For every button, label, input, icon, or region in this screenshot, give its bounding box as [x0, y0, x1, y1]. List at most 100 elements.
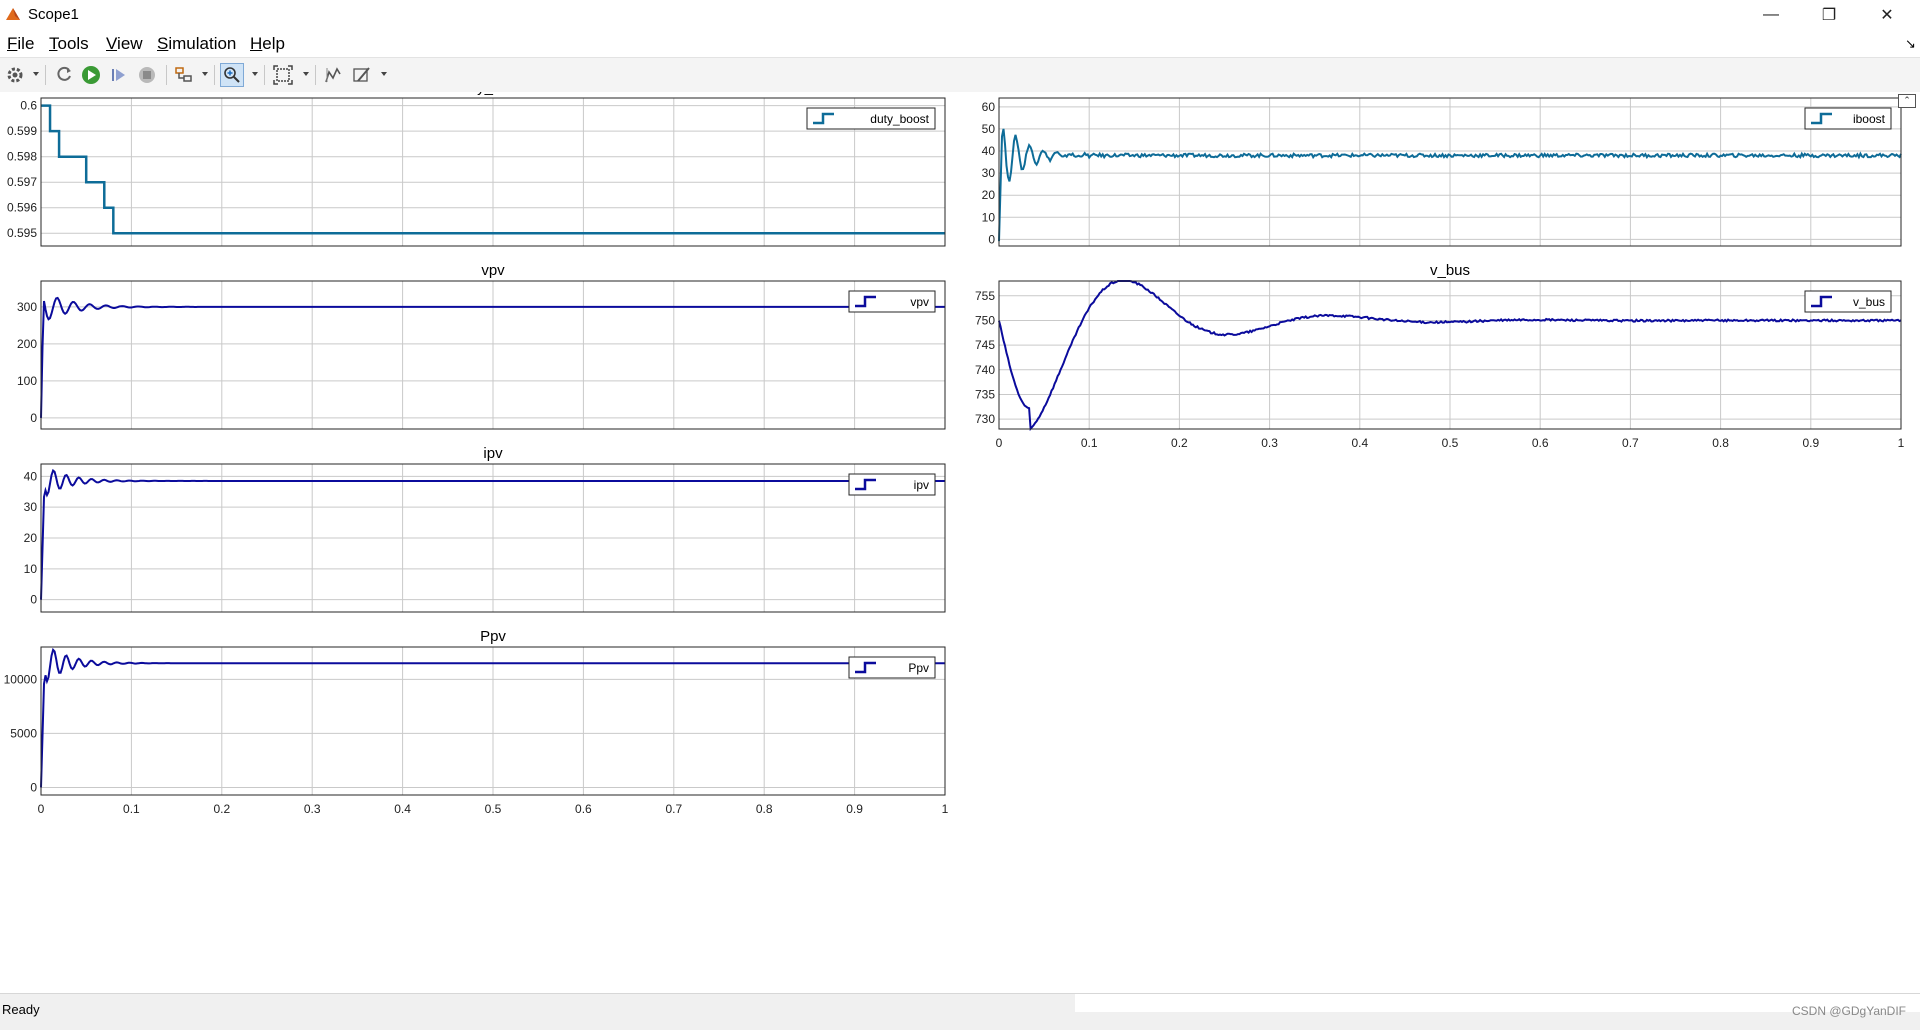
stop-icon[interactable]: [135, 63, 159, 87]
x-tick-label: 0.1: [1081, 436, 1098, 450]
menu-bar: File Tools View Simulation Help ↘: [0, 30, 1920, 56]
toolbar: [0, 57, 1920, 93]
legend[interactable]: v_bus: [1804, 290, 1892, 313]
y-tick-label: 0.599: [7, 124, 37, 138]
x-tick-label: 0.7: [1622, 436, 1639, 450]
status-bar: Ready CSDN @GDgYanDIF: [0, 993, 1920, 1030]
plot-area: duty_boost 0.6 0.599 0.598 0.597 0.596 0.595 du…: [0, 79, 1920, 993]
menu-help[interactable]: Help: [250, 34, 285, 54]
x-tick-label: 0.6: [1532, 436, 1549, 450]
legend[interactable]: iboost: [1804, 107, 1892, 130]
step-forward-icon[interactable]: [107, 63, 131, 87]
y-tick-label: 740: [975, 363, 995, 377]
plot-title: iboost: [1430, 92, 1471, 96]
minimize-button[interactable]: —: [1742, 0, 1800, 30]
menu-file[interactable]: File: [7, 34, 34, 54]
y-tick-label: 0.596: [7, 201, 37, 215]
y-tick-label: 0.597: [7, 175, 37, 189]
y-tick-label: 0: [988, 232, 995, 246]
plot-panel-Ppv: Ppv 10000 5000 00 0.1 0.2 0.3 0.4 0.5 0.6 0.7 0.8 0.…: [4, 628, 949, 816]
y-tick-label: 50: [982, 122, 996, 136]
y-tick-label: 20: [982, 188, 996, 202]
run-icon[interactable]: [79, 63, 103, 87]
x-tick-label: 0.2: [213, 802, 230, 816]
y-tick-label: 200: [17, 337, 37, 351]
y-tick-label: 0: [30, 780, 37, 794]
close-button[interactable]: ✕: [1858, 0, 1916, 30]
x-tick-label: 0: [996, 436, 1003, 450]
y-tick-label: 5000: [10, 726, 37, 740]
legend[interactable]: vpv: [848, 290, 936, 313]
y-tick-label: 0.6: [20, 99, 37, 113]
plot-panel-v_bus: v_bus 755 750 745 740 735 7300 0.1 0.2 0.3 0.4 0.5 0…: [975, 262, 1905, 450]
y-tick-label: 10: [982, 210, 996, 224]
x-tick-label: 0.5: [1442, 436, 1459, 450]
restore-icon: ❐: [1821, 7, 1837, 24]
plot-panel-ipv: ipv 40 30 20 10 0 ipv: [24, 445, 946, 613]
cursor-measure-icon[interactable]: [321, 63, 345, 87]
x-tick-label: 0.5: [485, 802, 502, 816]
y-tick-label: 0: [30, 593, 37, 607]
legend-label: ipv: [914, 478, 929, 492]
plot-title: duty_boost: [456, 92, 530, 96]
x-tick-label: 0.6: [575, 802, 592, 816]
menu-simulation[interactable]: Simulation: [157, 34, 236, 54]
plot-panel-duty_boost: duty_boost 0.6 0.599 0.598 0.597 0.596 0.595 du…: [7, 79, 946, 247]
undock-icon[interactable]: ↘: [1905, 36, 1916, 52]
x-tick-label: 0.2: [1171, 436, 1188, 450]
x-tick-label: 0.4: [394, 802, 411, 816]
legend-label: Ppv: [908, 661, 929, 675]
y-tick-label: 30: [982, 166, 996, 180]
y-tick-label: 40: [24, 469, 38, 483]
x-tick-label: 0.3: [1261, 436, 1278, 450]
plot-title: Ppv: [480, 628, 506, 645]
x-tick-label: 0.8: [1712, 436, 1729, 450]
scope-plots: duty_boost 0.6 0.599 0.598 0.597 0.596 0.595 du…: [4, 79, 1905, 816]
layout-toggle-icon[interactable]: ⌃: [1898, 94, 1916, 108]
y-tick-label: 0.598: [7, 150, 37, 164]
legend[interactable]: ipv: [848, 473, 936, 496]
plot-title: ipv: [483, 445, 503, 462]
legend[interactable]: duty_boost: [806, 107, 936, 130]
legend[interactable]: Ppv: [848, 656, 936, 679]
plot-panel-vpv: vpv 300 200 100 0 vpv: [17, 262, 946, 430]
x-tick-label: 0.8: [756, 802, 773, 816]
fit-view-icon[interactable]: [271, 63, 295, 87]
y-tick-label: 40: [982, 144, 996, 158]
y-tick-label: 20: [24, 531, 38, 545]
y-tick-label: 755: [975, 289, 995, 303]
y-tick-label: 10000: [4, 672, 38, 686]
y-tick-label: 300: [17, 300, 37, 314]
x-tick-label: 0: [38, 802, 45, 816]
window-title: Scope1: [28, 6, 79, 23]
maximize-button[interactable]: ❐: [1800, 0, 1858, 30]
y-tick-label: 60: [982, 100, 996, 114]
x-tick-label: 0.4: [1351, 436, 1368, 450]
highlight-icon[interactable]: [172, 63, 196, 87]
zoom-icon[interactable]: [220, 63, 244, 87]
menu-tools[interactable]: Tools: [49, 34, 89, 54]
x-tick-label: 0.9: [1802, 436, 1819, 450]
plot-panel-iboost: iboost 60 50 40 30 20 10 0 iboost: [982, 79, 1902, 247]
legend-label: v_bus: [1853, 295, 1885, 309]
gear-icon[interactable]: [3, 63, 27, 87]
close-icon: ✕: [1880, 7, 1894, 24]
legend-label: iboost: [1853, 112, 1886, 126]
x-tick-label: 0.7: [665, 802, 682, 816]
x-tick-label: 1: [1898, 436, 1905, 450]
y-tick-label: 745: [975, 338, 995, 352]
y-tick-label: 0: [30, 411, 37, 425]
title-bar: Scope1 — ❐ ✕: [0, 0, 1920, 30]
style-icon[interactable]: [350, 63, 374, 87]
plot-title: vpv: [481, 262, 505, 279]
legend-label: duty_boost: [870, 112, 929, 126]
menu-view[interactable]: View: [106, 34, 143, 54]
watermark: CSDN @GDgYanDIF: [1792, 1004, 1906, 1018]
y-tick-label: 100: [17, 374, 37, 388]
x-tick-label: 0.3: [304, 802, 321, 816]
x-tick-label: 1: [942, 802, 949, 816]
step-back-icon[interactable]: [52, 63, 76, 87]
y-tick-label: 750: [975, 313, 995, 327]
status-text: Ready: [2, 1002, 40, 1017]
y-tick-label: 735: [975, 387, 995, 401]
